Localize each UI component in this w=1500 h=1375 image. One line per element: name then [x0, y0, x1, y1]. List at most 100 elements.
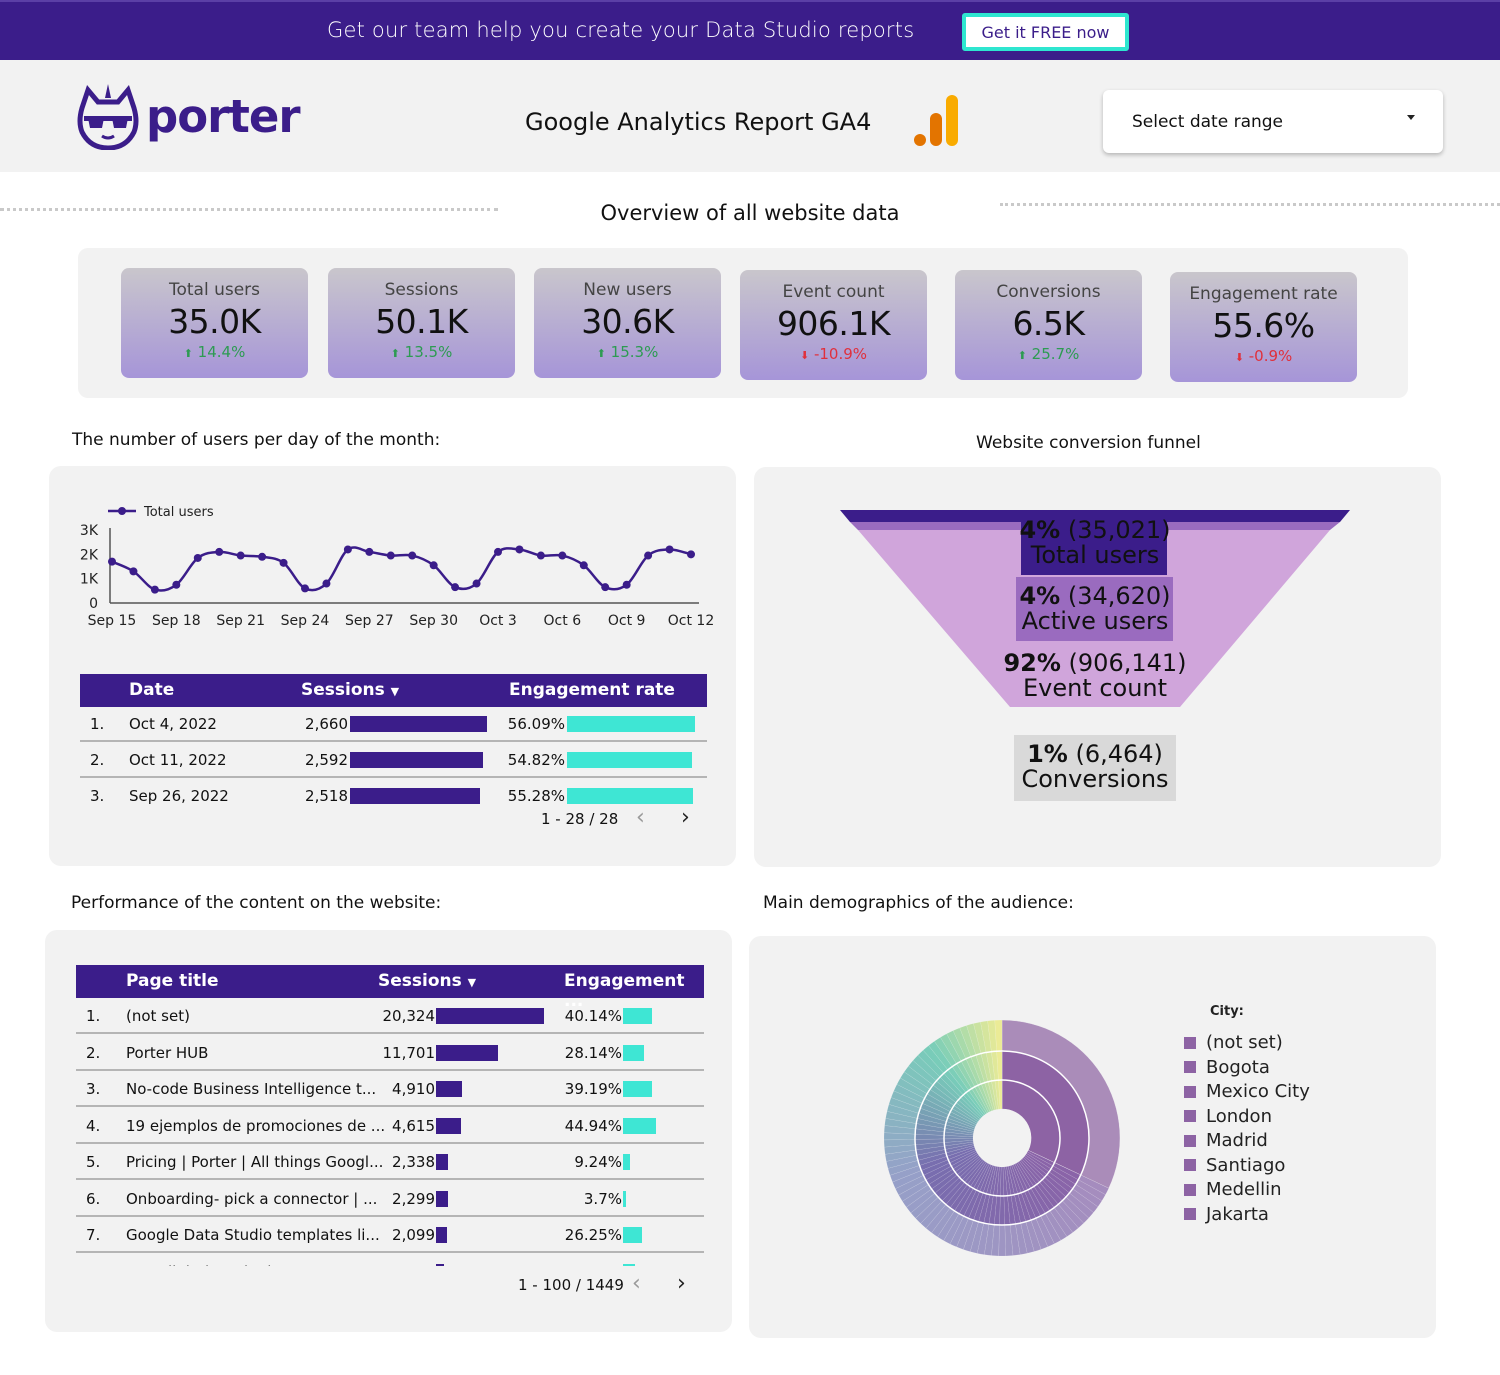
- table-row[interactable]: 6. Onboarding- pick a connector | ... 2,…: [76, 1181, 704, 1217]
- sessions-cell: 2,099: [392, 1226, 435, 1244]
- table-row[interactable]: 3. Sep 26, 2022 2,518 55.28%: [80, 778, 707, 804]
- prev-page-icon[interactable]: ‹: [632, 1271, 641, 1296]
- get-it-free-button[interactable]: Get it FREE now: [962, 13, 1129, 51]
- data-point[interactable]: [236, 551, 245, 560]
- data-point[interactable]: [622, 580, 631, 589]
- engagement-cell: 9.24%: [574, 1153, 622, 1171]
- data-point[interactable]: [579, 561, 588, 570]
- data-point[interactable]: [408, 551, 417, 560]
- next-page-icon[interactable]: ›: [677, 1271, 686, 1296]
- google-analytics-icon: [914, 95, 958, 146]
- data-point[interactable]: [322, 579, 331, 588]
- page-title-cell: Pricing | Porter | All things Googl...: [126, 1153, 384, 1171]
- engagement-cell: 3.7%: [583, 1189, 622, 1208]
- kpi-change-value: 15.3%: [610, 343, 659, 361]
- funnel-stage-name: Event count: [1022, 674, 1168, 702]
- table-row[interactable]: 5. Pricing | Porter | All things Googl..…: [76, 1144, 704, 1180]
- data-point[interactable]: [258, 552, 267, 561]
- sort-desc-icon: ▼: [467, 976, 477, 989]
- porter-logo[interactable]: porter: [76, 82, 301, 150]
- data-point[interactable]: [343, 545, 352, 554]
- x-tick-label: Sep 27: [345, 613, 394, 629]
- prev-page-icon[interactable]: ‹: [636, 805, 645, 830]
- report-title: Google Analytics Report GA4: [525, 108, 872, 136]
- x-tick-label: Oct 12: [668, 613, 714, 629]
- data-point[interactable]: [536, 551, 545, 560]
- engagement-bar: [623, 1117, 656, 1134]
- data-point[interactable]: [279, 558, 288, 567]
- data-point[interactable]: [150, 585, 159, 594]
- engagement-bar: [623, 1154, 630, 1170]
- data-point[interactable]: [665, 545, 674, 554]
- promo-banner-text: Get our team help you create your Data S…: [327, 18, 915, 42]
- data-point[interactable]: [687, 550, 695, 559]
- funnel-stage-count: (35,021): [1067, 516, 1171, 544]
- city-sunburst-chart: [883, 1019, 1121, 1257]
- funnel-stage-label: 4% (34,620) Active users: [954, 584, 1236, 634]
- legend-item[interactable]: Madrid: [1184, 1130, 1268, 1151]
- table-row[interactable]: 3. No-code Business Intelligence t... 4,…: [76, 1071, 704, 1107]
- legend-item[interactable]: Medellin: [1184, 1179, 1282, 1200]
- table-row[interactable]: 1. (not set) 20,324 40.14%: [76, 998, 704, 1034]
- legend-item[interactable]: Jakarta: [1184, 1204, 1269, 1225]
- col-sessions[interactable]: Sessions ▼: [378, 971, 476, 991]
- row-number: 7.: [86, 1226, 101, 1244]
- table-row[interactable]: 7. Google Data Studio templates li... 2,…: [76, 1217, 704, 1253]
- col-engagement-rate[interactable]: Engagement rate: [509, 680, 675, 700]
- engagement-bar: [623, 1190, 626, 1207]
- legend-item[interactable]: Bogota: [1184, 1057, 1270, 1078]
- table-row[interactable]: 2. Porter HUB 11,701 28.14%: [76, 1035, 704, 1071]
- table-row[interactable]: 8. Free digital marketing report te... 1…: [76, 1254, 704, 1267]
- col-date[interactable]: Date: [129, 680, 174, 700]
- arrow-up-icon: ⬆: [390, 347, 400, 360]
- legend-item[interactable]: Mexico City: [1184, 1081, 1310, 1102]
- arrow-up-icon: ⬆: [183, 347, 193, 360]
- sessions-bar: [436, 1044, 499, 1061]
- legend-item[interactable]: Santiago: [1184, 1155, 1285, 1176]
- data-point[interactable]: [172, 580, 181, 589]
- data-point[interactable]: [644, 551, 653, 560]
- kpi-change: ⬆ 15.3%: [534, 343, 721, 361]
- kpi-label: Event count: [782, 282, 885, 302]
- funnel-stage-label: 1% (6,464) Conversions: [954, 742, 1236, 792]
- data-point[interactable]: [386, 551, 395, 560]
- data-point[interactable]: [451, 583, 460, 592]
- table-row[interactable]: 4. 19 ejemplos de promociones de ... 4,6…: [76, 1108, 704, 1144]
- data-point[interactable]: [301, 584, 309, 593]
- funnel-stage-count: (906,141): [1068, 649, 1187, 677]
- kpi-label: Sessions: [384, 280, 459, 300]
- arrow-down-icon: ⬇: [799, 349, 810, 362]
- date-table-pagination: 1 - 28 / 28: [541, 810, 619, 828]
- legend-label: Bogota: [1206, 1056, 1270, 1078]
- funnel-stage-pct: 1%: [1027, 740, 1068, 768]
- col-page-title[interactable]: Page title: [126, 971, 219, 991]
- next-page-icon[interactable]: ›: [681, 805, 690, 830]
- legend-item[interactable]: (not set): [1184, 1032, 1283, 1053]
- data-point[interactable]: [193, 553, 202, 562]
- engagement-bar: [623, 1044, 644, 1061]
- row-number: 8.: [86, 1263, 100, 1267]
- kpi-label: Engagement rate: [1189, 284, 1338, 304]
- legend-label: Santiago: [1206, 1154, 1286, 1176]
- engagement-cell: 26.25%: [564, 1226, 622, 1244]
- table-row[interactable]: 1. Oct 4, 2022 2,660 56.09%: [80, 706, 707, 742]
- date-cell: Oct 11, 2022: [129, 751, 227, 769]
- date-cell: Oct 4, 2022: [129, 715, 217, 733]
- data-point[interactable]: [494, 547, 502, 556]
- engagement-bar: [623, 1227, 643, 1243]
- data-point[interactable]: [601, 583, 610, 592]
- data-point[interactable]: [129, 567, 138, 576]
- data-point[interactable]: [108, 557, 116, 566]
- legend-item[interactable]: London: [1184, 1106, 1272, 1127]
- data-point[interactable]: [472, 579, 481, 588]
- data-point[interactable]: [429, 561, 438, 570]
- data-point[interactable]: [558, 551, 567, 560]
- col-sessions[interactable]: Sessions ▼: [301, 680, 399, 700]
- data-point[interactable]: [515, 545, 524, 554]
- date-range-select[interactable]: Select date range: [1103, 90, 1443, 153]
- data-point[interactable]: [215, 547, 224, 556]
- table-row[interactable]: 2. Oct 11, 2022 2,592 54.82%: [80, 742, 707, 778]
- data-point[interactable]: [365, 547, 374, 556]
- engagement-bar: [623, 1081, 652, 1097]
- sunburst-segment[interactable]: [998, 1224, 1006, 1257]
